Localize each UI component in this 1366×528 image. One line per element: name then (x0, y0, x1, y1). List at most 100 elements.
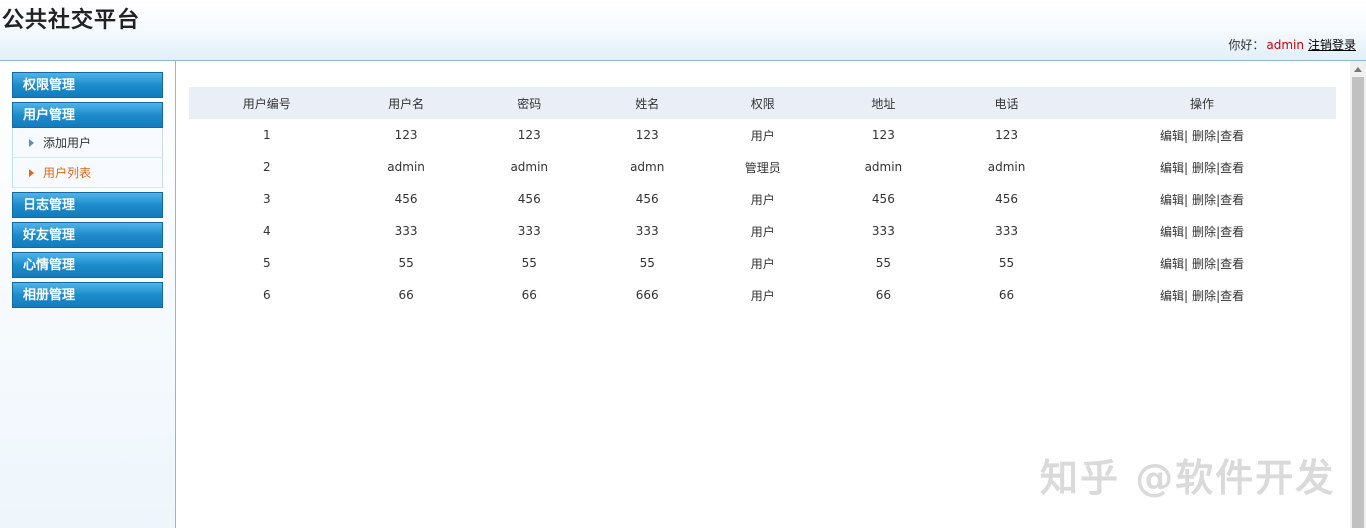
vertical-scrollbar[interactable] (1350, 61, 1366, 528)
menu-group-users: 用户管理 添加用户 用户列表 (12, 102, 163, 188)
table-row: 4 333 333 333 用户 333 333 编辑| 删除|查看 (189, 215, 1336, 247)
user-id-cell: 2 (262, 160, 271, 174)
edit-link[interactable]: 编辑 (1160, 289, 1184, 303)
user-id-cell: 5 (262, 256, 271, 270)
table-row: 6 66 66 666 用户 66 66 编辑| 删除|查看 (189, 279, 1336, 311)
username-cell: 55 (398, 256, 414, 270)
actions-cell: 编辑| 删除|查看 (1068, 183, 1336, 215)
user-table: 用户编号 用户名 密码 姓名 权限 地址 电话 操作 1 123 123 123 用户 1… (189, 87, 1336, 311)
edit-link[interactable]: 编辑 (1160, 225, 1184, 239)
actions-cell: 编辑| 删除|查看 (1068, 151, 1336, 183)
phone-cell: 123 (995, 128, 1018, 142)
username-cell: 66 (398, 288, 414, 302)
separator: | (1184, 288, 1189, 303)
column-header: 用户编号 (189, 87, 345, 119)
delete-link[interactable]: 删除 (1192, 193, 1216, 207)
username-cell: 123 (394, 128, 418, 142)
password-cell: admin (510, 160, 549, 174)
name-cell: 123 (635, 128, 659, 142)
separator: | (1184, 224, 1189, 239)
address-cell: 66 (875, 288, 892, 302)
separator: | (1184, 192, 1189, 207)
scroll-up-arrow-icon[interactable] (1354, 67, 1362, 72)
actions-cell: 编辑| 删除|查看 (1068, 279, 1336, 311)
separator: | (1184, 160, 1189, 175)
edit-link[interactable]: 编辑 (1160, 129, 1184, 143)
phone-cell: 333 (995, 224, 1018, 238)
menu-albums[interactable]: 相册管理 (12, 282, 163, 308)
menu-group-albums: 相册管理 (12, 282, 163, 308)
user-id-cell: 1 (262, 128, 271, 142)
watermark-text: 知乎 @软件开发 (1040, 456, 1336, 500)
menu-logs[interactable]: 日志管理 (12, 192, 163, 218)
view-link[interactable]: 查看 (1220, 193, 1244, 207)
logout-link[interactable]: 注销登录 (1308, 38, 1356, 52)
arrow-right-icon (29, 139, 34, 147)
address-cell: 456 (871, 192, 895, 206)
role-cell: 用户 (750, 224, 775, 239)
menu-item-label: 用户列表 (43, 166, 92, 180)
name-cell: 456 (635, 192, 659, 206)
view-link[interactable]: 查看 (1220, 289, 1244, 303)
username-cell: 456 (394, 192, 418, 206)
table-body: 1 123 123 123 用户 123 123 编辑| 删除|查看 2 admin admin adm… (189, 119, 1336, 311)
delete-link[interactable]: 删除 (1192, 289, 1216, 303)
password-cell: 66 (521, 288, 537, 302)
phone-cell: 55 (998, 256, 1015, 270)
address-cell: 123 (871, 128, 895, 142)
edit-link[interactable]: 编辑 (1160, 161, 1184, 175)
menu-moods[interactable]: 心情管理 (12, 252, 163, 278)
delete-link[interactable]: 删除 (1192, 129, 1216, 143)
column-header: 操作 (1068, 87, 1336, 119)
edit-link[interactable]: 编辑 (1160, 257, 1184, 271)
phone-cell: admin (987, 160, 1026, 174)
password-cell: 55 (521, 256, 537, 270)
separator: | (1184, 128, 1189, 143)
menu-item-user-list[interactable]: 用户列表 (12, 158, 163, 188)
name-cell: 55 (639, 256, 655, 270)
password-cell: 333 (517, 224, 541, 238)
view-link[interactable]: 查看 (1220, 129, 1244, 143)
delete-link[interactable]: 删除 (1192, 161, 1216, 175)
main-content: 用户编号 用户名 密码 姓名 权限 地址 电话 操作 1 123 123 123 用户 1… (176, 61, 1350, 528)
actions-cell: 编辑| 删除|查看 (1068, 215, 1336, 247)
table-row: 2 admin admin admn 管理员 admin admin 编辑| 删除|查看 (189, 151, 1336, 183)
actions-cell: 编辑| 删除|查看 (1068, 119, 1336, 151)
menu-friends[interactable]: 好友管理 (12, 222, 163, 248)
user-id-cell: 6 (262, 288, 271, 302)
greeting-text: 你好： (1228, 38, 1265, 52)
edit-link[interactable]: 编辑 (1160, 193, 1184, 207)
site-title: 公共社交平台 (2, 8, 141, 33)
menu-users[interactable]: 用户管理 (12, 102, 163, 128)
user-id-cell: 4 (262, 224, 271, 238)
delete-link[interactable]: 删除 (1192, 257, 1216, 271)
view-link[interactable]: 查看 (1220, 161, 1244, 175)
user-id-cell: 3 (262, 192, 271, 206)
phone-cell: 456 (995, 192, 1018, 206)
arrow-right-icon (29, 169, 34, 177)
password-cell: 123 (517, 128, 541, 142)
menu-group-logs: 日志管理 (12, 192, 163, 218)
user-bar: 你好： admin 注销登录 (1228, 36, 1356, 53)
table-row: 3 456 456 456 用户 456 456 编辑| 删除|查看 (189, 183, 1336, 215)
view-link[interactable]: 查看 (1220, 257, 1244, 271)
name-cell: 333 (635, 224, 659, 238)
phone-cell: 66 (998, 288, 1015, 302)
role-cell: 用户 (750, 288, 775, 303)
column-header: 权限 (703, 87, 822, 119)
delete-link[interactable]: 删除 (1192, 225, 1216, 239)
scroll-thumb[interactable] (1352, 77, 1364, 528)
menu-item-add-user[interactable]: 添加用户 (12, 128, 163, 158)
column-header: 密码 (467, 87, 591, 119)
username-text: admin (1266, 38, 1304, 52)
column-header: 电话 (944, 87, 1069, 119)
name-cell: 666 (635, 288, 659, 302)
table-row: 5 55 55 55 用户 55 55 编辑| 删除|查看 (189, 247, 1336, 279)
view-link[interactable]: 查看 (1220, 225, 1244, 239)
menu-group-friends: 好友管理 (12, 222, 163, 248)
sidebar: 权限管理 用户管理 添加用户 用户列表 日志管理 好友管理 心情管理 相册管理 (0, 61, 176, 528)
password-cell: 456 (517, 192, 541, 206)
column-header: 用户名 (344, 87, 468, 119)
role-cell: 用户 (750, 192, 775, 207)
menu-permissions[interactable]: 权限管理 (12, 72, 163, 98)
